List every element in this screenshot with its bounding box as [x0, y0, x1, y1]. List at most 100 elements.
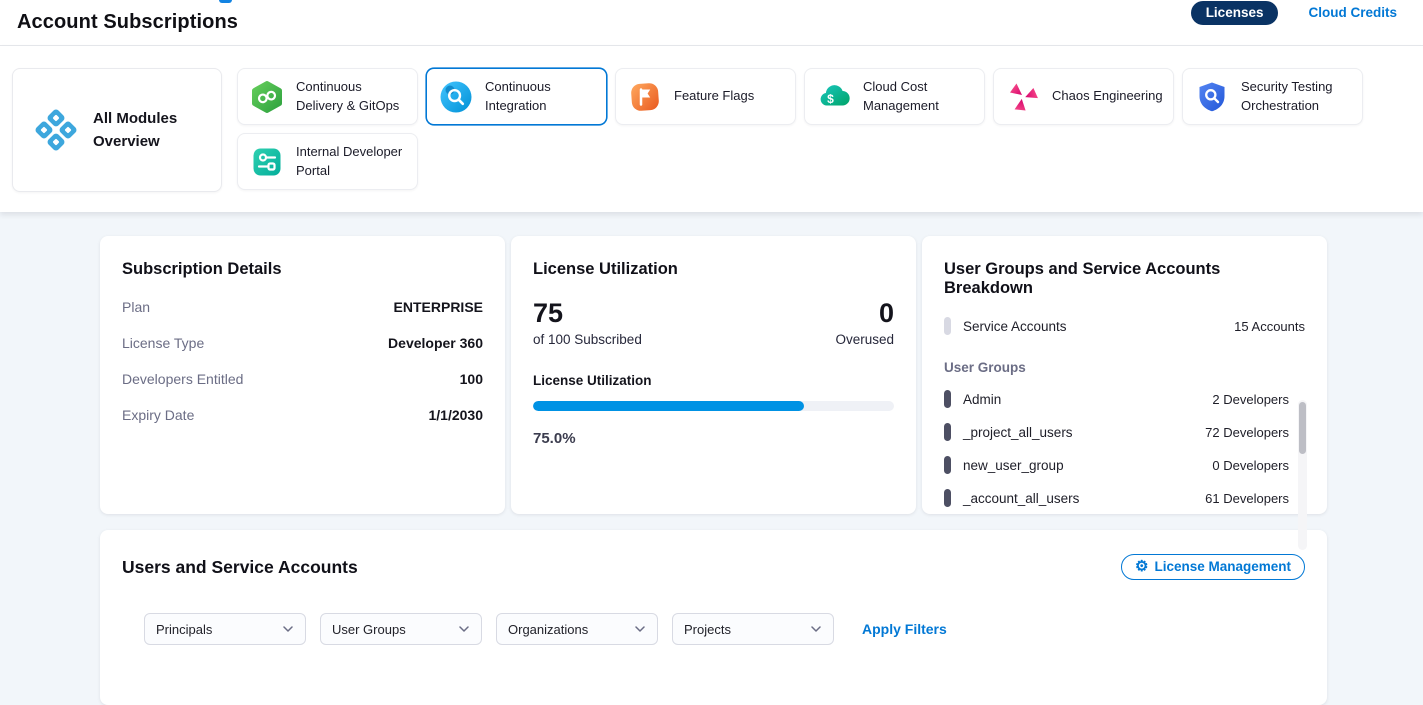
module-selector-bar: All Modules Overview Continuous Delivery…	[0, 46, 1423, 212]
user-group-name: _account_all_users	[963, 491, 1079, 506]
chevron-down-icon	[635, 626, 645, 632]
users-service-accounts-card: Users and Service Accounts ⚙ License Man…	[100, 530, 1327, 705]
module-card-cd-gitops[interactable]: Continuous Delivery & GitOps	[237, 68, 418, 125]
license-management-button[interactable]: ⚙ License Management	[1121, 554, 1305, 580]
license-utilization-bar-fill	[533, 401, 804, 411]
organizations-dropdown-value: Organizations	[508, 622, 588, 637]
overused-count: 0	[835, 299, 894, 329]
user-group-name: _project_all_users	[963, 425, 1073, 440]
users-section-title: Users and Service Accounts	[122, 557, 358, 578]
user-groups-list: Admin 2 Developers _project_all_users 72…	[944, 390, 1305, 507]
modules-grid: Continuous Delivery & GitOps Continuous …	[237, 68, 1411, 190]
users-section-header: Users and Service Accounts ⚙ License Man…	[122, 554, 1305, 580]
security-testing-icon	[1195, 80, 1229, 114]
license-utilization-percent: 75.0%	[533, 430, 894, 447]
page-title: Account Subscriptions	[17, 11, 238, 34]
module-card-cloud-cost[interactable]: $ Cloud Cost Management	[804, 68, 985, 125]
user-group-bar-icon	[944, 489, 951, 507]
module-label: Feature Flags	[674, 87, 754, 105]
license-utilization-card: License Utilization 75 of 100 Subscribed…	[511, 236, 916, 514]
module-label: Cloud Cost Management	[863, 78, 974, 114]
user-group-value: 0 Developers	[1212, 458, 1289, 473]
user-group-row: _project_all_users 72 Developers	[944, 423, 1289, 441]
projects-dropdown-value: Projects	[684, 622, 731, 637]
cloud-cost-icon: $	[817, 80, 851, 114]
module-label: Security Testing Orchestration	[1241, 78, 1352, 114]
license-utilization-bar-track	[533, 401, 894, 411]
plan-label: Plan	[122, 299, 150, 315]
module-card-chaos-engineering[interactable]: Chaos Engineering	[993, 68, 1174, 125]
module-label: Internal Developer Portal	[296, 143, 407, 179]
subscribed-caption: of 100 Subscribed	[533, 332, 642, 347]
service-accounts-row: Service Accounts 15 Accounts	[944, 317, 1305, 335]
subscription-details-title: Subscription Details	[122, 260, 483, 279]
organizations-dropdown[interactable]: Organizations	[496, 613, 658, 645]
overused-stat: 0 Overused	[835, 299, 894, 347]
apply-filters-link[interactable]: Apply Filters	[862, 621, 947, 637]
chevron-down-icon	[811, 626, 821, 632]
module-card-internal-dev-portal[interactable]: Internal Developer Portal	[237, 133, 418, 190]
chevron-down-icon	[459, 626, 469, 632]
licenses-tab[interactable]: Licenses	[1191, 1, 1279, 25]
user-groups-dropdown[interactable]: User Groups	[320, 613, 482, 645]
principals-dropdown[interactable]: Principals	[144, 613, 306, 645]
user-groups-scrollbar-track[interactable]	[1298, 400, 1307, 550]
all-modules-overview-label: All Modules Overview	[93, 107, 203, 154]
all-modules-overview-card[interactable]: All Modules Overview	[12, 68, 222, 192]
plan-value: ENTERPRISE	[394, 299, 483, 315]
license-management-label: License Management	[1154, 559, 1291, 574]
user-group-row: Admin 2 Developers	[944, 390, 1289, 408]
license-type-value: Developer 360	[388, 335, 483, 351]
subscribed-stat: 75 of 100 Subscribed	[533, 299, 642, 347]
principals-dropdown-value: Principals	[156, 622, 212, 637]
subscription-row-developers-entitled: Developers Entitled 100	[122, 371, 483, 387]
module-label: Continuous Delivery & GitOps	[296, 78, 407, 114]
subscription-row-expiry-date: Expiry Date 1/1/2030	[122, 407, 483, 423]
user-group-name: new_user_group	[963, 458, 1064, 473]
header-tabs: Licenses Cloud Credits	[1191, 0, 1397, 25]
all-modules-icon	[33, 107, 79, 153]
overused-caption: Overused	[835, 332, 894, 347]
subscription-row-plan: Plan ENTERPRISE	[122, 299, 483, 315]
cloud-credits-tab[interactable]: Cloud Credits	[1308, 5, 1397, 20]
license-utilization-title: License Utilization	[533, 260, 894, 279]
license-utilization-stats: 75 of 100 Subscribed 0 Overused	[533, 299, 894, 347]
user-group-value: 72 Developers	[1205, 425, 1289, 440]
developers-entitled-value: 100	[460, 371, 483, 387]
chaos-engineering-icon	[1006, 80, 1040, 114]
module-card-security-testing[interactable]: Security Testing Orchestration	[1182, 68, 1363, 125]
cutoff-indicator	[219, 0, 232, 3]
subscription-row-license-type: License Type Developer 360	[122, 335, 483, 351]
summary-cards-row: Subscription Details Plan ENTERPRISE Lic…	[100, 236, 1423, 514]
internal-dev-portal-icon	[250, 145, 284, 179]
user-group-bar-icon	[944, 423, 951, 441]
gear-icon: ⚙	[1135, 559, 1148, 574]
breakdown-card: User Groups and Service Accounts Breakdo…	[922, 236, 1327, 514]
user-group-value: 61 Developers	[1205, 491, 1289, 506]
license-utilization-bar-label: License Utilization	[533, 373, 894, 388]
user-group-bar-icon	[944, 390, 951, 408]
subscribed-count: 75	[533, 299, 642, 329]
page-header: Account Subscriptions Licenses Cloud Cre…	[0, 0, 1423, 46]
projects-dropdown[interactable]: Projects	[672, 613, 834, 645]
service-accounts-label: Service Accounts	[963, 319, 1067, 334]
main-content: Subscription Details Plan ENTERPRISE Lic…	[0, 212, 1423, 705]
user-group-row: new_user_group 0 Developers	[944, 456, 1289, 474]
user-group-name: Admin	[963, 392, 1001, 407]
service-accounts-bar-icon	[944, 317, 951, 335]
user-groups-dropdown-value: User Groups	[332, 622, 406, 637]
user-group-bar-icon	[944, 456, 951, 474]
chevron-down-icon	[283, 626, 293, 632]
user-groups-scrollbar-thumb[interactable]	[1299, 402, 1306, 454]
breakdown-title: User Groups and Service Accounts Breakdo…	[944, 260, 1305, 298]
subscription-details-card: Subscription Details Plan ENTERPRISE Lic…	[100, 236, 505, 514]
module-card-continuous-integration[interactable]: Continuous Integration	[426, 68, 607, 125]
module-card-feature-flags[interactable]: Feature Flags	[615, 68, 796, 125]
filters-row: Principals User Groups Organizations Pro…	[144, 613, 1305, 645]
user-groups-header: User Groups	[944, 360, 1305, 375]
developers-entitled-label: Developers Entitled	[122, 371, 243, 387]
service-accounts-value: 15 Accounts	[1234, 319, 1305, 334]
feature-flags-icon	[628, 80, 662, 114]
expiry-date-label: Expiry Date	[122, 407, 194, 423]
cd-gitops-icon	[250, 80, 284, 114]
